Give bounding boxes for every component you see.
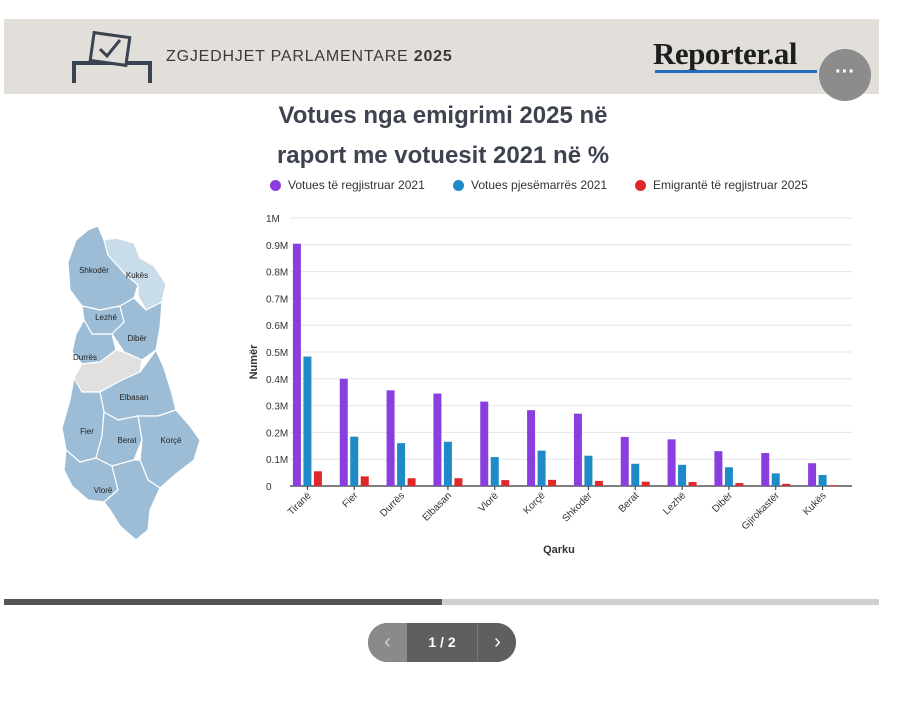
slide-counter: 1 / 2: [428, 634, 456, 650]
y-axis-title: Numër: [248, 344, 260, 380]
bar-korçë-series-1[interactable]: [537, 450, 546, 486]
y-tick-label: 0.8M: [266, 268, 288, 279]
y-tick-label: 0.1M: [266, 455, 288, 466]
x-tick-label: Gjirokastër: [740, 490, 782, 532]
next-slide-button[interactable]: ›: [477, 623, 516, 662]
bar-lezhë-series-2[interactable]: [688, 481, 697, 486]
bar-shkodër-series-0[interactable]: [573, 413, 582, 486]
previous-slide-button[interactable]: ‹: [368, 623, 407, 662]
bar-chart: 00.1M0.2M0.3M0.4M0.5M0.6M0.7M0.8M0.9M1M …: [248, 214, 852, 556]
bar-gjirokastër-series-0[interactable]: [761, 453, 770, 486]
x-axis-title: Qarku: [543, 544, 575, 556]
y-tick-label: 0.7M: [266, 294, 288, 305]
bar-berat-series-0[interactable]: [620, 436, 629, 486]
x-tick-label: Kukës: [801, 490, 828, 517]
bar-gjirokastër-series-1[interactable]: [771, 473, 780, 486]
bar-lezhë-series-1[interactable]: [678, 464, 687, 486]
slide-pager: ‹ 1 / 2 ›: [368, 623, 516, 662]
bar-vlorë-series-0[interactable]: [480, 401, 489, 486]
y-tick-label: 0.2M: [266, 428, 288, 439]
x-tick-label: Dibër: [710, 490, 735, 515]
bar-vlorë-series-1[interactable]: [490, 457, 499, 486]
bar-korçë-series-0[interactable]: [527, 410, 536, 486]
bar-shkodër-series-1[interactable]: [584, 455, 593, 486]
x-tick-label: Berat: [617, 490, 642, 515]
bar-gjirokastër-series-2[interactable]: [782, 483, 791, 486]
bar-korçë-series-2[interactable]: [548, 479, 557, 486]
bar-kukës-series-1[interactable]: [818, 475, 827, 486]
bar-durrës-series-1[interactable]: [397, 443, 406, 486]
gridlines: [290, 217, 852, 487]
x-tick-label: Tiranë: [286, 490, 314, 518]
x-tick-label: Elbasan: [421, 490, 454, 523]
bar-elbasan-series-0[interactable]: [433, 393, 442, 486]
bar-elbasan-series-1[interactable]: [443, 441, 452, 486]
y-tick-label: 0.3M: [266, 402, 288, 413]
bars: [292, 243, 838, 487]
slide-progress-fill: [4, 599, 442, 605]
y-tick-label: 0: [266, 482, 272, 493]
bar-lezhë-series-0[interactable]: [667, 439, 676, 486]
x-tick-label: Lezhë: [661, 490, 688, 517]
bar-kukës-series-0[interactable]: [808, 463, 817, 486]
x-tick-label: Vlorë: [477, 490, 502, 515]
bar-tiranë-series-2[interactable]: [313, 471, 322, 486]
x-tick-label: Fier: [340, 490, 360, 510]
bar-durrës-series-2[interactable]: [407, 478, 416, 486]
bar-elbasan-series-2[interactable]: [454, 478, 463, 486]
bar-durrës-series-0[interactable]: [386, 390, 395, 486]
bar-berat-series-1[interactable]: [631, 463, 640, 486]
x-axis-ticks: Tiranë Fier Durrës Elbasan Vlorë Korçë Shkodër…: [286, 486, 829, 532]
bar-tiranë-series-1[interactable]: [303, 356, 312, 486]
y-tick-label: 0.6M: [266, 321, 288, 332]
bar-kukës-series-2[interactable]: [829, 485, 838, 487]
bar-dibër-series-1[interactable]: [724, 467, 733, 486]
y-tick-label: 0.9M: [266, 241, 288, 252]
bar-berat-series-2[interactable]: [641, 481, 650, 486]
y-axis-ticks: 0 0.1M 0.2M 0.3M 0.4M 0.5M 0.6M 0.7M 0.8M 0.9M 1M: [266, 214, 288, 493]
bar-dibër-series-2[interactable]: [735, 483, 744, 486]
bar-fier-series-2[interactable]: [360, 476, 369, 486]
slide-progress-bar: [4, 599, 879, 605]
bar-fier-series-1[interactable]: [350, 436, 359, 486]
bar-shkodër-series-2[interactable]: [594, 480, 603, 486]
x-tick-label: Korçë: [521, 490, 548, 517]
y-tick-label: 1M: [266, 214, 280, 225]
y-tick-label: 0.5M: [266, 348, 288, 359]
bar-fier-series-0[interactable]: [339, 378, 348, 486]
y-tick-label: 0.4M: [266, 375, 288, 386]
x-tick-label: Durrës: [378, 490, 407, 519]
bar-vlorë-series-2[interactable]: [501, 480, 510, 486]
bar-tiranë-series-0[interactable]: [292, 243, 301, 486]
x-tick-label: Shkodër: [560, 490, 595, 525]
bar-dibër-series-0[interactable]: [714, 451, 723, 486]
